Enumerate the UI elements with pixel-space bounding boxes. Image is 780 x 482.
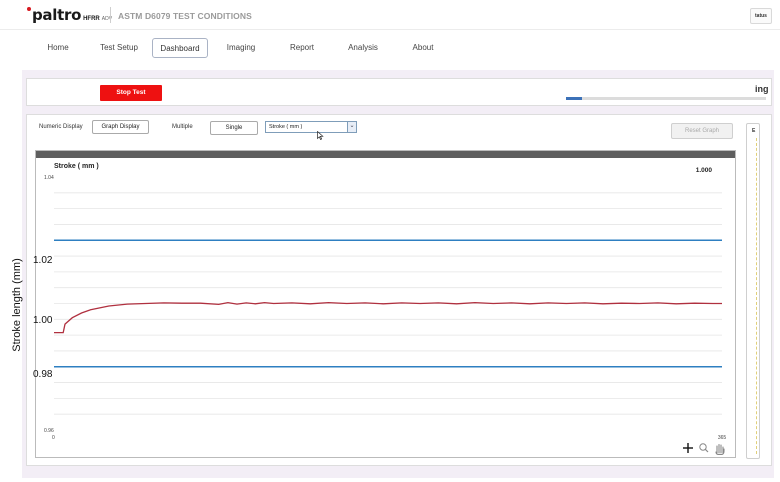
single-button[interactable]: Single: [210, 121, 258, 135]
header-divider: [110, 7, 111, 23]
app-header: paltro HFRR ADV ASTM D6079 TEST CONDITIO…: [0, 0, 780, 30]
channel-select[interactable]: Stroke ( mm ) ⌄: [265, 121, 357, 133]
paltro-logo: paltro HFRR ADV: [27, 6, 112, 24]
chart-frame: [35, 150, 736, 458]
tab-report[interactable]: Report: [284, 38, 320, 58]
stop-test-button[interactable]: Stop Test: [100, 85, 162, 101]
reset-graph-button[interactable]: Reset Graph: [671, 123, 733, 139]
app-window: paltro HFRR ADV ASTM D6079 TEST CONDITIO…: [0, 0, 780, 482]
tab-imaging[interactable]: Imaging: [222, 38, 260, 58]
chevron-down-icon[interactable]: ⌄: [347, 122, 356, 132]
tab-analysis[interactable]: Analysis: [343, 38, 383, 58]
tab-dashboard[interactable]: Dashboard: [152, 38, 208, 58]
side-scroll-strip[interactable]: E: [746, 123, 760, 459]
side-strip-line: [756, 138, 757, 454]
progress-fill: [566, 97, 582, 100]
multiple-option[interactable]: Multiple: [172, 124, 193, 130]
run-status-text: ing: [755, 84, 769, 94]
mouse-pointer-icon: [317, 131, 324, 140]
tab-about[interactable]: About: [407, 38, 439, 58]
test-progress-bar: [566, 97, 766, 100]
channel-select-value: Stroke ( mm ): [269, 124, 303, 130]
tab-home[interactable]: Home: [40, 38, 76, 58]
tab-test-setup[interactable]: Test Setup: [96, 38, 142, 58]
status-button[interactable]: tatus: [750, 8, 772, 24]
side-strip-mark: E: [752, 128, 756, 134]
logo-text: paltro: [32, 6, 82, 24]
logo-dot-icon: [27, 7, 31, 11]
logo-sub: HFRR: [83, 16, 100, 22]
chart-header-bar: [36, 151, 735, 158]
numeric-display-option[interactable]: Numeric Display: [39, 124, 83, 130]
main-nav: Home Test Setup Dashboard Imaging Report…: [0, 30, 780, 66]
page-title: ASTM D6079 TEST CONDITIONS: [118, 11, 252, 21]
graph-display-button[interactable]: Graph Display: [92, 120, 149, 134]
